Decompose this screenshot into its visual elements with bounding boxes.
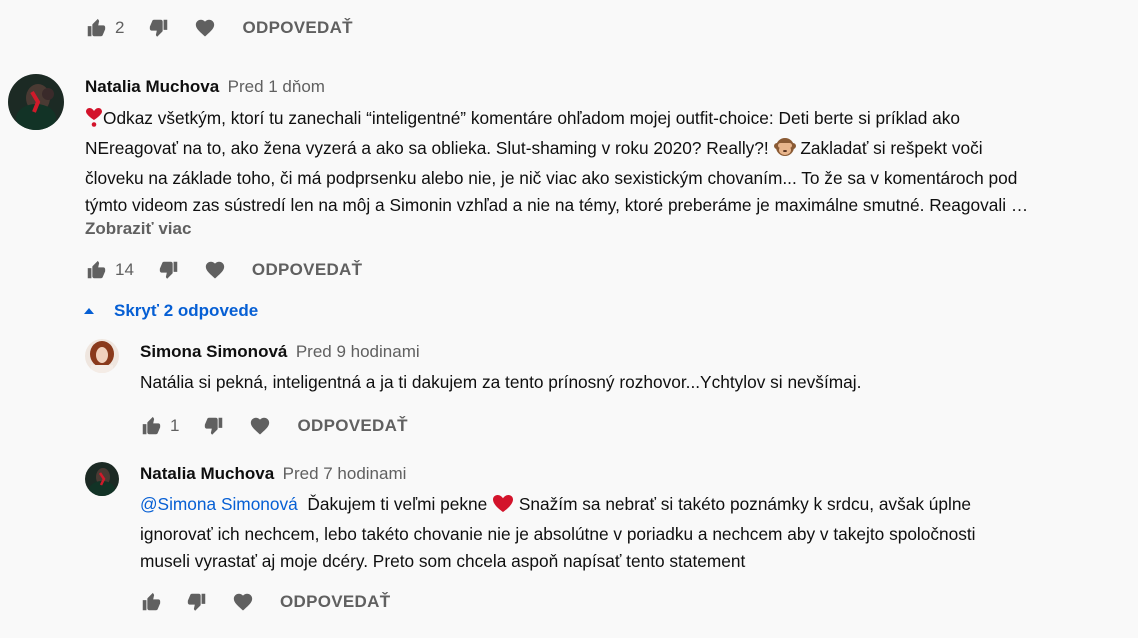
comment-header: Natalia Muchova Pred 1 dňom [85, 77, 325, 97]
comment-text-line-4: týmto videom zas sústredí len na môj a S… [85, 195, 1029, 215]
heart-icon[interactable] [204, 259, 226, 281]
comment-time[interactable]: Pred 1 dňom [228, 77, 325, 96]
reply-button[interactable]: ODPOVEDAŤ [297, 416, 407, 436]
top-comment-actions: 2 ODPOVEDAŤ [85, 14, 353, 42]
reply-time[interactable]: Pred 9 hodinami [296, 342, 420, 361]
like-icon[interactable] [85, 259, 107, 281]
heart-icon[interactable] [232, 591, 254, 613]
comment-text-line-1: Odkaz všetkým, ktorí tu zanechali “intel… [85, 105, 1125, 135]
reply-time[interactable]: Pred 7 hodinami [283, 464, 407, 483]
like-count: 2 [115, 18, 125, 37]
like-icon[interactable] [140, 415, 162, 437]
like-icon[interactable] [85, 17, 107, 39]
heart-icon[interactable] [249, 415, 271, 437]
avatar[interactable] [8, 74, 64, 130]
hide-replies-label: Skryť 2 odpovede [114, 301, 259, 320]
reply-author[interactable]: Natalia Muchova [140, 464, 274, 483]
reply-avatar[interactable] [85, 462, 119, 496]
dislike-icon[interactable] [203, 415, 225, 437]
dislike-icon[interactable] [158, 259, 180, 281]
show-more-link[interactable]: Zobraziť viac [85, 219, 191, 239]
reply-button[interactable]: ODPOVEDAŤ [252, 260, 362, 280]
reply-button[interactable]: ODPOVEDAŤ [280, 592, 390, 612]
reply-actions: 1 ODPOVEDAŤ [140, 412, 408, 440]
comment-text-line-2: NEreagovať na to, ako žena vyzerá a ako … [85, 135, 1125, 165]
comment-text: Odkaz všetkým, ktorí tu zanechali “intel… [85, 105, 1125, 219]
reply-header: Simona Simonová Pred 9 hodinami [140, 342, 420, 362]
comment-text-line-3: človeku na základe toho, či má podprsenk… [85, 168, 1018, 188]
like-count: 1 [170, 416, 180, 435]
reply-avatar[interactable] [85, 339, 119, 373]
reply-button[interactable]: ODPOVEDAŤ [242, 18, 352, 38]
reply-text-line-2: ignorovať ich nechcem, lebo takéto chova… [140, 524, 976, 544]
heart-exclamation-emoji-icon [85, 107, 103, 135]
reply-text: Natália si pekná, inteligentná a ja ti d… [140, 372, 862, 392]
comment-actions: 14 ODPOVEDAŤ [85, 256, 362, 284]
reply-author[interactable]: Simona Simonová [140, 342, 287, 361]
reply-text: @Simona Simonová Ďakujem ti veľmi pekne … [140, 491, 1130, 575]
dislike-icon[interactable] [148, 17, 170, 39]
hide-replies-button[interactable]: Skryť 2 odpovede [84, 301, 258, 321]
like-icon[interactable] [140, 591, 162, 613]
reply-actions: ODPOVEDAŤ [140, 588, 390, 616]
reply-text-line-1: @Simona Simonová Ďakujem ti veľmi pekne … [140, 491, 1130, 521]
like-count: 14 [115, 260, 134, 279]
red-heart-emoji-icon [492, 494, 514, 521]
reply-text-line-3: museli vyrastať aj moje dcéry. Preto som… [140, 551, 746, 571]
reply-header: Natalia Muchova Pred 7 hodinami [140, 464, 406, 484]
caret-up-icon [84, 308, 94, 314]
see-no-evil-monkey-emoji-icon [773, 137, 796, 165]
dislike-icon[interactable] [186, 591, 208, 613]
comment-author[interactable]: Natalia Muchova [85, 77, 219, 96]
heart-icon[interactable] [194, 17, 216, 39]
mention-link[interactable]: @Simona Simonová [140, 494, 298, 514]
